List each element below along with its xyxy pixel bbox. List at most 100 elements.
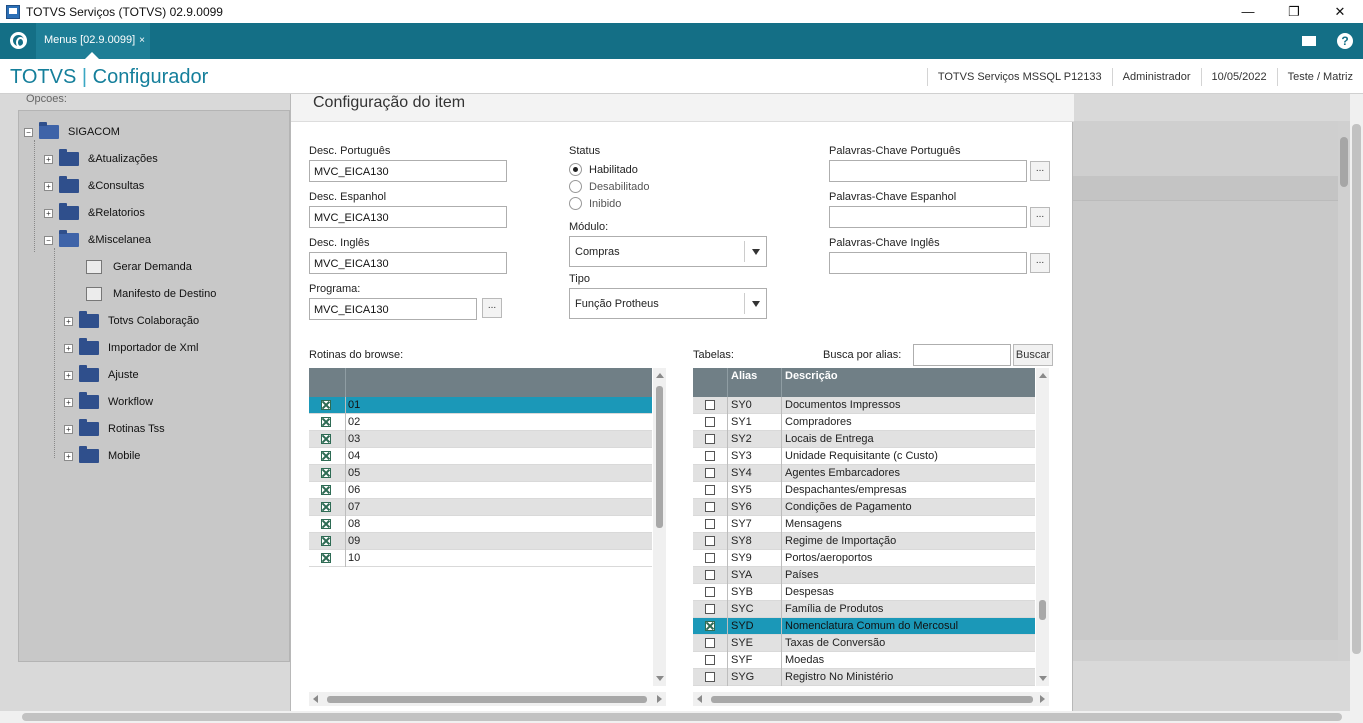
- tree-item-miscelanea[interactable]: − &Miscelanea: [44, 229, 151, 251]
- checkbox-icon[interactable]: [705, 655, 715, 665]
- checkbox-icon[interactable]: [321, 417, 331, 427]
- table-row[interactable]: 02: [309, 414, 652, 431]
- table-row[interactable]: SYC Família de Produtos: [693, 601, 1035, 618]
- table-row[interactable]: SY3 Unidade Requisitante (c Custo): [693, 448, 1035, 465]
- scrollbar-thumb[interactable]: [22, 713, 1342, 721]
- tree-item-rotinas-tss[interactable]: + Rotinas Tss: [64, 418, 165, 440]
- background-scrollbar[interactable]: [1338, 121, 1350, 661]
- tree-item-sigacom[interactable]: − SIGACOM: [24, 121, 120, 143]
- tipo-select[interactable]: Função Protheus: [569, 288, 767, 319]
- tabelas-vertical-scrollbar[interactable]: [1036, 368, 1049, 686]
- tabelas-horizontal-scrollbar[interactable]: [693, 692, 1049, 706]
- status-radio-desabilitado[interactable]: Desabilitado: [569, 180, 650, 193]
- expand-icon[interactable]: +: [64, 343, 73, 353]
- scrollbar-thumb[interactable]: [1340, 137, 1348, 187]
- table-row[interactable]: SY4 Agentes Embarcadores: [693, 465, 1035, 482]
- table-row[interactable]: 09: [309, 533, 652, 550]
- maximize-button[interactable]: ❐: [1271, 0, 1317, 23]
- checkbox-icon[interactable]: [705, 638, 715, 648]
- tab-menus[interactable]: Menus [02.9.0099] ×: [36, 23, 150, 59]
- checkbox-icon[interactable]: [321, 400, 331, 410]
- checkbox-icon[interactable]: [321, 536, 331, 546]
- programa-field[interactable]: MVC_EICA130: [309, 298, 477, 320]
- radio-unchecked-icon[interactable]: [569, 180, 582, 193]
- table-row[interactable]: 08: [309, 516, 652, 533]
- scrollbar-thumb[interactable]: [1039, 600, 1046, 620]
- checkbox-icon[interactable]: [705, 400, 715, 410]
- rotinas-horizontal-scrollbar[interactable]: [309, 692, 666, 706]
- minimize-button[interactable]: —: [1225, 0, 1271, 23]
- dropdown-arrow-icon[interactable]: [744, 241, 766, 262]
- expand-icon[interactable]: +: [44, 208, 53, 218]
- tree-item-consultas[interactable]: + &Consultas: [44, 175, 144, 197]
- scroll-up-icon[interactable]: [656, 373, 664, 378]
- table-row[interactable]: 07: [309, 499, 652, 516]
- kw-en-field[interactable]: [829, 252, 1027, 274]
- column-header-alias[interactable]: Alias: [731, 370, 757, 382]
- busca-alias-input[interactable]: [913, 344, 1011, 366]
- checkbox-icon[interactable]: [705, 553, 715, 563]
- tree-item-mobile[interactable]: + Mobile: [64, 445, 140, 467]
- checkbox-icon[interactable]: [321, 502, 331, 512]
- scroll-down-icon[interactable]: [656, 676, 664, 681]
- kw-pt-lookup-button[interactable]: ...: [1030, 161, 1050, 181]
- tree-item-gerar-demanda[interactable]: Gerar Demanda: [86, 256, 192, 278]
- expand-icon[interactable]: +: [44, 154, 53, 164]
- kw-pt-field[interactable]: [829, 160, 1027, 182]
- scrollbar-thumb[interactable]: [1352, 124, 1361, 654]
- checkbox-icon[interactable]: [705, 672, 715, 682]
- scroll-left-icon[interactable]: [697, 695, 702, 703]
- desc-es-field[interactable]: MVC_EICA130: [309, 206, 507, 228]
- checkbox-icon[interactable]: [705, 536, 715, 546]
- checkbox-icon[interactable]: [705, 519, 715, 529]
- mail-icon[interactable]: [1299, 31, 1319, 51]
- table-row[interactable]: SY1 Compradores: [693, 414, 1035, 431]
- checkbox-icon[interactable]: [705, 502, 715, 512]
- table-row[interactable]: SY9 Portos/aeroportos: [693, 550, 1035, 567]
- checkbox-icon[interactable]: [705, 604, 715, 614]
- kw-en-lookup-button[interactable]: ...: [1030, 253, 1050, 273]
- expand-icon[interactable]: +: [64, 316, 73, 326]
- checkbox-icon[interactable]: [321, 553, 331, 563]
- expand-icon[interactable]: +: [64, 370, 73, 380]
- checkbox-icon[interactable]: [321, 485, 331, 495]
- expand-icon[interactable]: +: [64, 397, 73, 407]
- collapse-icon[interactable]: −: [44, 235, 53, 245]
- radio-unchecked-icon[interactable]: [569, 197, 582, 210]
- expand-icon[interactable]: +: [64, 451, 73, 461]
- table-row[interactable]: SYD Nomenclatura Comum do Mercosul: [693, 618, 1035, 635]
- tab-close-icon[interactable]: ×: [139, 35, 145, 46]
- scrollbar-thumb[interactable]: [327, 696, 647, 703]
- branch-label[interactable]: Teste / Matriz: [1276, 67, 1363, 86]
- table-row[interactable]: SY5 Despachantes/empresas: [693, 482, 1035, 499]
- desc-en-field[interactable]: MVC_EICA130: [309, 252, 507, 274]
- radio-checked-icon[interactable]: [569, 163, 582, 176]
- expand-icon[interactable]: +: [64, 424, 73, 434]
- table-row[interactable]: SYF Moedas: [693, 652, 1035, 669]
- checkbox-icon[interactable]: [321, 468, 331, 478]
- tree-item-workflow[interactable]: + Workflow: [64, 391, 153, 413]
- expand-icon[interactable]: +: [44, 181, 53, 191]
- tree-item-atualizacoes[interactable]: + &Atualizações: [44, 148, 158, 170]
- status-radio-habilitado[interactable]: Habilitado: [569, 163, 638, 176]
- tree-item-ajuste[interactable]: + Ajuste: [64, 364, 139, 386]
- checkbox-icon[interactable]: [321, 519, 331, 529]
- checkbox-icon[interactable]: [705, 434, 715, 444]
- table-row[interactable]: SY2 Locais de Entrega: [693, 431, 1035, 448]
- scrollbar-thumb[interactable]: [656, 386, 663, 528]
- checkbox-icon[interactable]: [705, 468, 715, 478]
- scroll-right-icon[interactable]: [1040, 695, 1045, 703]
- tree-item-totvs-colaboracao[interactable]: + Totvs Colaboração: [64, 310, 199, 332]
- table-row[interactable]: 06: [309, 482, 652, 499]
- table-row[interactable]: SY6 Condições de Pagamento: [693, 499, 1035, 516]
- programa-lookup-button[interactable]: ...: [482, 298, 502, 318]
- checkbox-icon[interactable]: [705, 485, 715, 495]
- tree-item-manifesto-destino[interactable]: Manifesto de Destino: [86, 283, 216, 305]
- scroll-down-icon[interactable]: [1039, 676, 1047, 681]
- table-row[interactable]: SYA Países: [693, 567, 1035, 584]
- scroll-up-icon[interactable]: [1039, 373, 1047, 378]
- column-header-descricao[interactable]: Descrição: [785, 370, 838, 382]
- modulo-select[interactable]: Compras: [569, 236, 767, 267]
- table-row[interactable]: 03: [309, 431, 652, 448]
- window-horizontal-scrollbar[interactable]: [0, 711, 1363, 723]
